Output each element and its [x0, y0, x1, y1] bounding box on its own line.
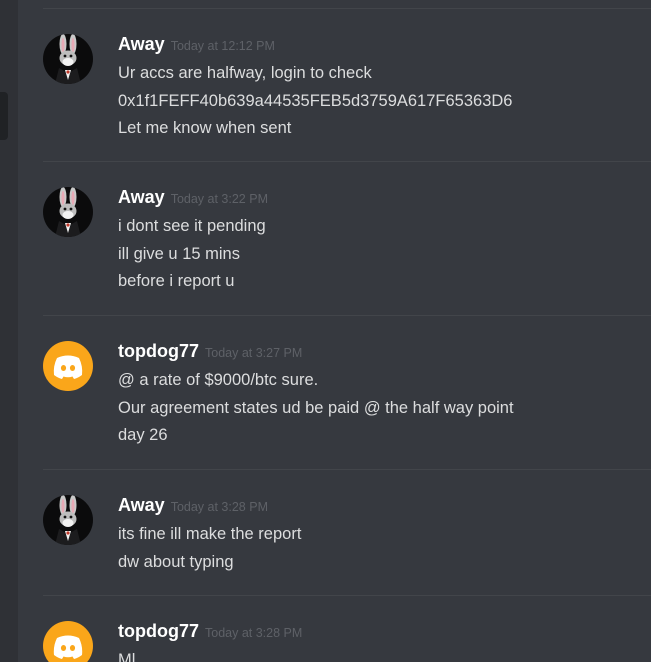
timestamp: Today at 12:12 PM	[170, 39, 275, 53]
message-header: topdog77 Today at 3:28 PM	[118, 621, 302, 645]
timestamp: Today at 3:27 PM	[205, 346, 303, 360]
message-line: dw about typing	[118, 552, 234, 571]
chat-window: Away Today at 12:12 PM Ur accs are halfwa…	[0, 0, 651, 662]
message-line: before i report u	[118, 272, 235, 290]
message-content: its fine ill make the report dw about ty…	[118, 521, 301, 576]
discord-avatar[interactable]	[43, 621, 93, 662]
message-line: @ a rate of $9000/btc sure.	[118, 371, 319, 389]
message-divider	[43, 595, 651, 596]
bunny-avatar[interactable]	[43, 187, 93, 237]
message-line: Let me know when sent	[118, 119, 292, 137]
bunny-avatar[interactable]	[43, 34, 93, 84]
message-line: day 26	[118, 426, 168, 444]
bunny-avatar[interactable]	[43, 495, 93, 545]
sidebar-scroll-handle[interactable]	[0, 92, 8, 140]
timestamp: Today at 3:28 PM	[170, 500, 268, 514]
discord-avatar[interactable]	[43, 341, 93, 391]
message-content: i dont see it pending ill give u 15 mins…	[118, 213, 266, 296]
message-line: i dont see it pending	[118, 217, 266, 235]
message-content: @ a rate of $9000/btc sure. Our agreemen…	[118, 367, 514, 450]
message-divider	[43, 161, 651, 162]
message-list: Away Today at 12:12 PM Ur accs are halfwa…	[18, 0, 651, 662]
username[interactable]: topdog77	[118, 621, 199, 641]
message-line: ill give u 15 mins	[118, 244, 240, 263]
message-line: its fine ill make the report	[118, 525, 302, 543]
timestamp: Today at 3:28 PM	[205, 626, 303, 640]
message-divider	[43, 469, 651, 470]
message-divider	[43, 315, 651, 316]
message-header: Away Today at 3:22 PM	[118, 187, 268, 211]
message-header: Away Today at 12:12 PM	[118, 34, 275, 58]
timestamp: Today at 3:22 PM	[170, 192, 268, 206]
username[interactable]: Away	[118, 495, 165, 515]
message-content: Ur accs are halfway, login to check 0x1f…	[118, 60, 512, 143]
message-line: Ur accs are halfway, login to check	[118, 64, 372, 82]
message-line: Ml	[118, 651, 136, 662]
message-header: topdog77 Today at 3:27 PM	[118, 341, 302, 365]
username[interactable]: Away	[118, 187, 165, 207]
message-line: 0x1f1FEFF40b639a44535FEB5d3759A617F65363…	[118, 91, 513, 110]
message-content: Ml	[118, 647, 135, 662]
username[interactable]: Away	[118, 34, 165, 54]
message-header: Away Today at 3:28 PM	[118, 495, 268, 519]
message-divider	[43, 8, 651, 9]
channel-sidebar-edge	[0, 0, 18, 662]
username[interactable]: topdog77	[118, 341, 199, 361]
message-line: Our agreement states ud be paid @ the ha…	[118, 398, 514, 417]
